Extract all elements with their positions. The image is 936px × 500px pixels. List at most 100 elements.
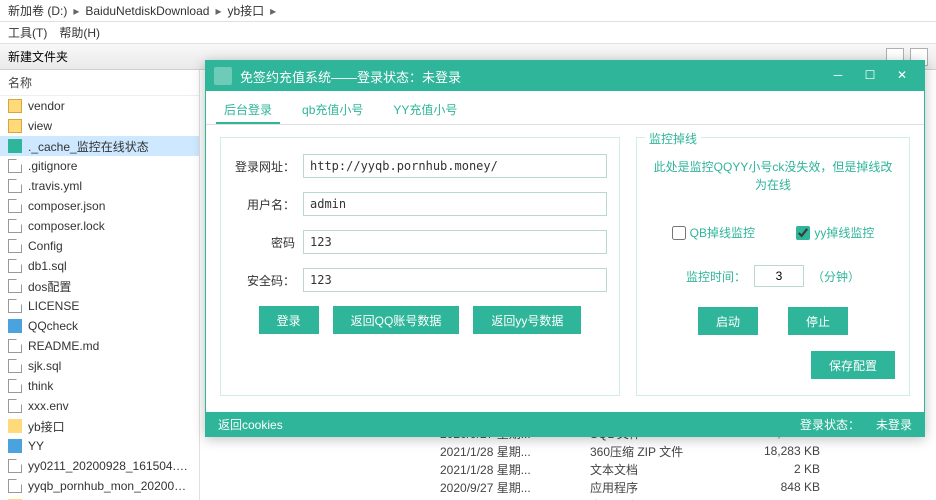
tab-qb-recharge[interactable]: qb充值小号	[294, 97, 371, 124]
file-label: view	[28, 119, 52, 133]
menu-tools[interactable]: 工具(T)	[8, 24, 47, 41]
file-item[interactable]: composer.lock	[0, 216, 199, 236]
save-config-button[interactable]: 保存配置	[811, 351, 895, 379]
file-icon	[8, 199, 22, 213]
return-qq-button[interactable]: 返回QQ账号数据	[333, 306, 460, 334]
breadcrumb-seg[interactable]: 新加卷 (D:)▸	[8, 2, 79, 19]
column-header-name[interactable]: 名称	[0, 70, 199, 96]
detail-cell: 18,283 KB	[750, 444, 850, 458]
monitor-fieldset: 监控掉线 此处是监控QQYY小号ck没失效，但是掉线改为在线 QB掉线监控 yy…	[636, 137, 910, 396]
file-icon	[8, 339, 22, 353]
dialog-titlebar[interactable]: 免签约充值系统——登录状态：未登录	[206, 61, 924, 91]
file-item[interactable]: view	[0, 116, 199, 136]
file-icon	[8, 279, 22, 293]
file-item[interactable]: yy0211_20200928_161504.sql	[0, 456, 199, 476]
file-label: vendor	[28, 99, 65, 113]
tab-yy-recharge[interactable]: YY充值小号	[385, 97, 465, 124]
file-label: yyqb_pornhub_mon_20200910_22565...	[28, 479, 191, 493]
stop-button[interactable]: 停止	[788, 307, 848, 335]
monitor-legend: 监控掉线	[645, 130, 701, 147]
time-input[interactable]	[754, 265, 804, 287]
breadcrumb-seg[interactable]: BaiduNetdiskDownload▸	[85, 4, 221, 18]
qb-monitor-check[interactable]: QB掉线监控	[672, 224, 755, 241]
file-icon	[8, 219, 22, 233]
url-input[interactable]	[303, 154, 607, 178]
file-item[interactable]: .gitignore	[0, 156, 199, 176]
password-input[interactable]	[303, 230, 607, 254]
file-item[interactable]: composer.json	[0, 196, 199, 216]
file-item[interactable]: think	[0, 376, 199, 396]
menu-help[interactable]: 帮助(H)	[59, 24, 100, 41]
file-label: yy0211_20200928_161504.sql	[28, 459, 191, 473]
return-yy-button[interactable]: 返回yy号数据	[473, 306, 581, 334]
detail-row[interactable]: 2021/1/28 星期...应用程序1,076 KB	[200, 496, 936, 500]
detail-cell: 文本文档	[590, 461, 750, 478]
login-button[interactable]: 登录	[259, 306, 319, 334]
file-label: xxx.env	[28, 399, 69, 413]
maximize-button[interactable]	[856, 67, 884, 85]
file-item[interactable]: README.md	[0, 336, 199, 356]
file-item[interactable]: Y币	[0, 496, 199, 500]
detail-row[interactable]: 2020/9/27 星期...应用程序848 KB	[200, 478, 936, 496]
file-item[interactable]: ._cache_监控在线状态	[0, 136, 199, 156]
detail-cell: 应用程序	[590, 497, 750, 500]
app-icon	[214, 67, 232, 85]
file-item[interactable]: QQcheck	[0, 316, 199, 336]
detail-row[interactable]: 2021/1/28 星期...文本文档2 KB	[200, 460, 936, 478]
detail-row[interactable]: 2021/1/28 星期...360压缩 ZIP 文件18,283 KB	[200, 442, 936, 460]
breadcrumb-seg[interactable]: yb接口▸	[227, 2, 276, 19]
file-item[interactable]: xxx.env	[0, 396, 199, 416]
file-label: ._cache_监控在线状态	[28, 138, 149, 155]
file-item[interactable]: sjk.sql	[0, 356, 199, 376]
url-label: 登录网址：	[233, 158, 303, 175]
qb-monitor-checkbox[interactable]	[672, 226, 686, 240]
folder-icon	[8, 99, 22, 113]
detail-cell: 2021/1/28 星期...	[440, 461, 590, 478]
file-item[interactable]: dos配置	[0, 276, 199, 296]
qb-monitor-label: QB掉线监控	[690, 224, 755, 241]
login-dialog: 免签约充值系统——登录状态：未登录 后台登录 qb充值小号 YY充值小号 登录网…	[205, 60, 925, 437]
file-label: .gitignore	[28, 159, 77, 173]
file-icon	[8, 479, 22, 493]
detail-cell: 360压缩 ZIP 文件	[590, 443, 750, 460]
start-button[interactable]: 启动	[698, 307, 758, 335]
file-label: README.md	[28, 339, 99, 353]
file-item[interactable]: vendor	[0, 96, 199, 116]
file-icon	[8, 159, 22, 173]
file-item[interactable]: yyqb_pornhub_mon_20200910_22565...	[0, 476, 199, 496]
password-label: 密码	[233, 234, 303, 251]
minimize-button[interactable]	[824, 67, 852, 85]
file-icon	[8, 379, 22, 393]
code-input[interactable]	[303, 268, 607, 292]
file-label: db1.sql	[28, 259, 67, 273]
new-folder-button[interactable]: 新建文件夹	[8, 48, 68, 65]
login-panel: 登录网址： 用户名： 密码 安全码： 登录 返回QQ账号数据 返回yy号数据	[220, 137, 620, 396]
code-label: 安全码：	[233, 272, 303, 289]
monitor-note: 此处是监控QQYY小号ck没失效，但是掉线改为在线	[651, 158, 895, 194]
file-item[interactable]: .travis.yml	[0, 176, 199, 196]
file-item[interactable]: LICENSE	[0, 296, 199, 316]
file-icon	[8, 439, 22, 453]
detail-cell: 2020/9/27 星期...	[440, 479, 590, 496]
file-item[interactable]: YY	[0, 436, 199, 456]
file-label: Config	[28, 239, 63, 253]
file-icon	[8, 459, 22, 473]
file-label: composer.json	[28, 199, 105, 213]
file-item[interactable]: db1.sql	[0, 256, 199, 276]
yy-monitor-checkbox[interactable]	[796, 226, 810, 240]
yy-monitor-check[interactable]: yy掉线监控	[796, 224, 874, 241]
user-input[interactable]	[303, 192, 607, 216]
tab-backend-login[interactable]: 后台登录	[216, 97, 280, 124]
file-label: dos配置	[28, 278, 71, 295]
detail-cell: 2021/1/28 星期...	[440, 497, 590, 500]
file-icon	[8, 399, 22, 413]
close-button[interactable]	[888, 67, 916, 85]
file-icon	[8, 139, 22, 153]
file-label: .travis.yml	[28, 179, 82, 193]
detail-cell: 2021/1/28 星期...	[440, 443, 590, 460]
user-label: 用户名：	[233, 196, 303, 213]
file-item[interactable]: Config	[0, 236, 199, 256]
file-item[interactable]: yb接口	[0, 416, 199, 436]
time-unit: （分钟）	[812, 268, 860, 285]
file-icon	[8, 299, 22, 313]
